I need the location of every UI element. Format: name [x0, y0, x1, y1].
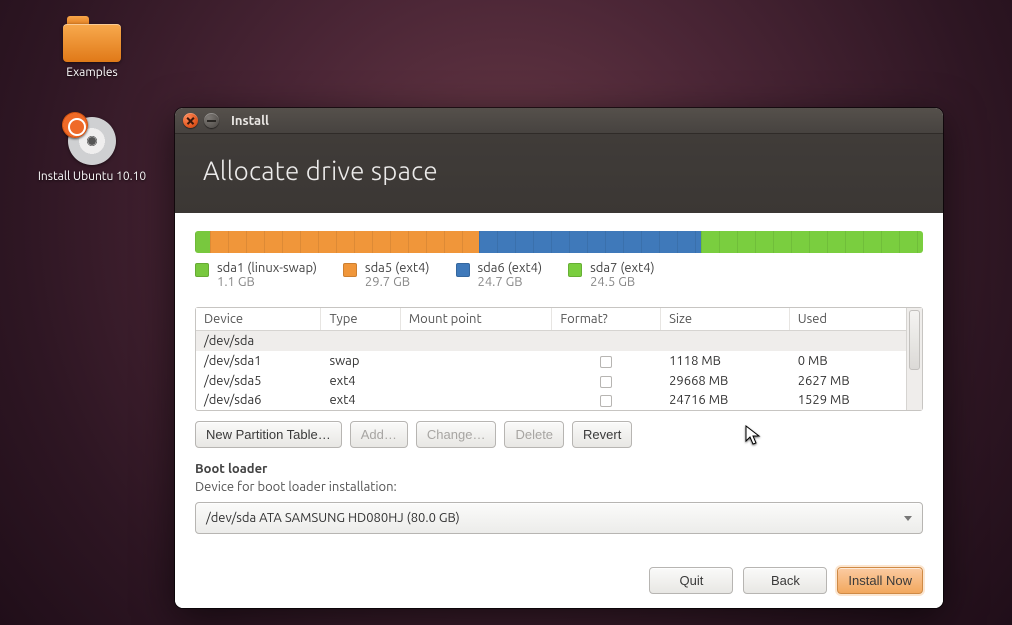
legend-swatch — [568, 263, 582, 277]
cell — [400, 371, 552, 391]
cell — [400, 351, 552, 371]
partition-segment-sda7[interactable] — [701, 231, 923, 253]
cell: 1529 MB — [789, 391, 905, 410]
desktop-icon-install-ubuntu[interactable]: Install Ubuntu 10.10 — [14, 112, 170, 183]
cell — [400, 331, 552, 352]
revert-button[interactable]: Revert — [572, 421, 632, 448]
wizard-footer: Quit Back Install Now — [195, 551, 923, 594]
desktop-icon-label: Examples — [22, 66, 162, 79]
cell: 24716 MB — [661, 391, 790, 410]
legend-item: sda5 (ext4)29.7 GB — [343, 261, 430, 289]
legend-size: 24.7 GB — [478, 275, 543, 289]
desktop-icon-examples[interactable]: Examples — [22, 16, 162, 79]
legend-label: sda6 (ext4) — [478, 261, 543, 275]
new-partition-table-button[interactable]: New Partition Table… — [195, 421, 342, 448]
window-title: Install — [231, 114, 269, 128]
bootloader-section-title: Boot loader — [195, 462, 923, 476]
column-header[interactable]: Size — [661, 308, 790, 331]
window-minimize-button[interactable] — [204, 113, 219, 128]
window-header: Allocate drive space — [175, 134, 943, 213]
cell: /dev/sda5 — [196, 371, 321, 391]
partition-segment-sda1[interactable] — [195, 231, 210, 253]
cell — [789, 331, 905, 352]
cell: ext4 — [321, 391, 400, 410]
window-close-button[interactable] — [183, 113, 198, 128]
chevron-down-icon — [904, 516, 912, 521]
cell: /dev/sda6 — [196, 391, 321, 410]
legend-swatch — [456, 263, 470, 277]
change-partition-button[interactable]: Change… — [416, 421, 497, 448]
cell — [552, 391, 661, 410]
bootloader-device-select[interactable]: /dev/sda ATA SAMSUNG HD080HJ (80.0 GB) — [195, 502, 923, 534]
cell — [321, 331, 400, 352]
partition-table: DeviceTypeMount pointFormat?SizeUsed /de… — [195, 307, 923, 411]
cell: /dev/sda — [196, 331, 321, 352]
column-header[interactable]: Type — [321, 308, 400, 331]
cell — [400, 391, 552, 410]
cell: swap — [321, 351, 400, 371]
add-partition-button[interactable]: Add… — [350, 421, 408, 448]
window-content: sda1 (linux-swap)1.1 GB sda5 (ext4)29.7 G… — [175, 213, 943, 608]
partition-segment-sda6[interactable] — [479, 231, 701, 253]
table-row[interactable]: /dev/sda — [196, 331, 906, 352]
format-checkbox[interactable] — [600, 376, 612, 388]
legend-swatch — [343, 263, 357, 277]
table-scrollbar[interactable] — [906, 308, 922, 410]
cell: 0 MB — [789, 351, 905, 371]
legend-size: 29.7 GB — [365, 275, 430, 289]
cell: /dev/sda1 — [196, 351, 321, 371]
column-header[interactable]: Device — [196, 308, 321, 331]
legend-label: sda5 (ext4) — [365, 261, 430, 275]
legend-swatch — [195, 263, 209, 277]
delete-partition-button[interactable]: Delete — [504, 421, 564, 448]
window-titlebar[interactable]: Install — [175, 108, 943, 134]
legend-item: sda6 (ext4)24.7 GB — [456, 261, 543, 289]
partition-actions: New Partition Table… Add… Change… Delete… — [195, 421, 923, 448]
format-checkbox[interactable] — [600, 356, 612, 368]
partition-usage-bar: sda1 (linux-swap)1.1 GB sda5 (ext4)29.7 G… — [195, 231, 923, 289]
cell — [661, 331, 790, 352]
legend-item: sda7 (ext4)24.5 GB — [568, 261, 655, 289]
legend-size: 24.5 GB — [590, 275, 655, 289]
cell: 2627 MB — [789, 371, 905, 391]
cell — [552, 371, 661, 391]
column-header[interactable]: Format? — [552, 308, 661, 331]
legend-label: sda1 (linux-swap) — [217, 261, 317, 275]
table-row[interactable]: /dev/sda1swap 1118 MB0 MB — [196, 351, 906, 371]
install-now-button[interactable]: Install Now — [837, 567, 923, 594]
legend-item: sda1 (linux-swap)1.1 GB — [195, 261, 317, 289]
partition-segment-sda5[interactable] — [210, 231, 479, 253]
folder-icon — [63, 16, 121, 62]
column-header[interactable]: Mount point — [400, 308, 552, 331]
cell: 1118 MB — [661, 351, 790, 371]
bootloader-device-value: /dev/sda ATA SAMSUNG HD080HJ (80.0 GB) — [206, 511, 460, 525]
installer-disc-icon — [62, 112, 122, 166]
legend-size: 1.1 GB — [217, 275, 317, 289]
bootloader-label: Device for boot loader installation: — [195, 480, 923, 494]
desktop-icon-label: Install Ubuntu 10.10 — [14, 170, 170, 183]
table-row[interactable]: /dev/sda6ext4 24716 MB1529 MB — [196, 391, 906, 410]
format-checkbox[interactable] — [600, 395, 612, 407]
install-window: Install Allocate drive space sda1 (linux… — [175, 108, 943, 608]
cell: ext4 — [321, 371, 400, 391]
page-heading: Allocate drive space — [203, 156, 915, 185]
cell — [552, 331, 661, 352]
cell: 29668 MB — [661, 371, 790, 391]
legend-label: sda7 (ext4) — [590, 261, 655, 275]
table-row[interactable]: /dev/sda5ext4 29668 MB2627 MB — [196, 371, 906, 391]
quit-button[interactable]: Quit — [649, 567, 733, 594]
column-header[interactable]: Used — [789, 308, 905, 331]
back-button[interactable]: Back — [743, 567, 827, 594]
cell — [552, 351, 661, 371]
